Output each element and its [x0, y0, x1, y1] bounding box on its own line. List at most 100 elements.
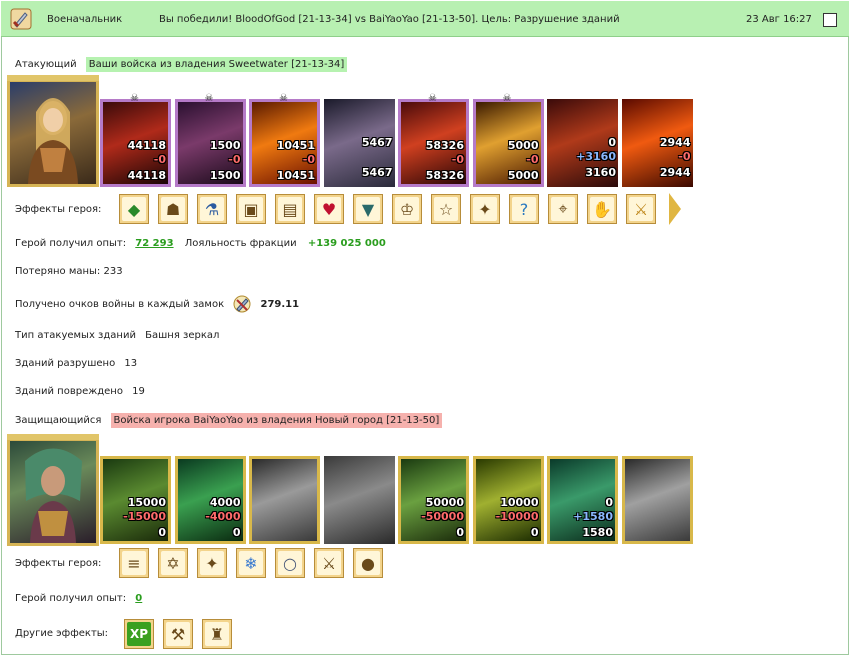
- header-time: 23 Авг 16:27: [746, 14, 812, 25]
- unit-count: +1580: [573, 510, 613, 523]
- unit-count: 0: [456, 526, 464, 539]
- attacker-exp-row: Герой получил опыт: 72 293 Лояльность фр…: [15, 238, 386, 249]
- attacker-hero-portrait[interactable]: [7, 75, 99, 187]
- unit-count: 15000: [127, 496, 166, 509]
- unit-count: -0: [526, 153, 539, 166]
- unit-count: 5467: [361, 166, 393, 179]
- unit-card[interactable]: 50000 -50000 0: [398, 456, 469, 544]
- unit-count: 0: [158, 526, 166, 539]
- wand-icon[interactable]: ✦: [197, 548, 227, 578]
- unit-count: 0: [608, 136, 616, 149]
- loyalty-label: Лояльность фракции: [184, 238, 297, 249]
- xp-icon[interactable]: XP: [124, 619, 154, 649]
- unit-card[interactable]: 10000 -10000 0: [472, 456, 544, 544]
- report-header: Военачальник Вы победили! BloodOfGod [21…: [1, 1, 849, 37]
- unit-art: [252, 459, 317, 541]
- building-type-row: Тип атакуемых зданий Башня зеркал: [15, 330, 219, 341]
- skull-icon: ☠: [279, 93, 288, 104]
- crest-icon[interactable]: ✦: [470, 194, 500, 224]
- unit-card[interactable]: ☠ 10451 -0 10451: [249, 93, 320, 187]
- defender-tag[interactable]: Войска игрока BaiYaoYao из владения Новы…: [110, 413, 443, 428]
- damaged-value: 19: [132, 386, 145, 397]
- header-role: Военачальник: [47, 14, 123, 25]
- unit-count: -0: [678, 150, 691, 163]
- unit-count: 5000: [507, 139, 539, 152]
- skull-icon: ☠: [502, 93, 512, 104]
- unit-card[interactable]: 0 +1580 1580: [547, 456, 618, 544]
- unit-count: 10451: [276, 169, 315, 182]
- unit-card[interactable]: 2944 -0 2944: [621, 99, 693, 187]
- gauntlet-icon[interactable]: ✋: [587, 194, 617, 224]
- potion-icon[interactable]: ⚗: [197, 194, 227, 224]
- exp-label: Герой получил опыт:: [15, 238, 127, 249]
- unit-card[interactable]: 5467 5467: [323, 99, 395, 187]
- orb-icon[interactable]: ●: [353, 548, 383, 578]
- scroll-icon[interactable]: ≡: [119, 548, 149, 578]
- unit-count: 2944: [659, 166, 691, 179]
- sword-icon[interactable]: ⚔: [626, 194, 656, 224]
- destroyed-row: Зданий разрушено 13: [15, 358, 137, 369]
- ring-icon[interactable]: ○: [275, 548, 305, 578]
- unit-count: -15000: [123, 510, 166, 523]
- unit-count: 1500: [209, 139, 241, 152]
- question-icon[interactable]: ?: [509, 194, 539, 224]
- unit-count: -0: [153, 153, 166, 166]
- unit-card[interactable]: ☠ 44118 -0 44118: [100, 93, 171, 187]
- unit-card[interactable]: ☠ 5000 -0 5000: [472, 93, 544, 187]
- unit-card[interactable]: ☠ 58326 -0 58326: [398, 93, 469, 187]
- unit-art: [624, 459, 690, 541]
- crystal-icon[interactable]: ❄: [236, 548, 266, 578]
- scroll-right-arrow-icon[interactable]: [669, 193, 681, 225]
- unit-card[interactable]: [323, 456, 395, 544]
- hero-icon[interactable]: ♔: [392, 194, 422, 224]
- defender-exp-value-link[interactable]: 0: [135, 593, 142, 604]
- damaged-label: Зданий повреждено: [15, 386, 123, 397]
- gem-icon[interactable]: ◆: [119, 194, 149, 224]
- defender-effects-label: Эффекты героя:: [15, 558, 102, 569]
- unit-count: 1500: [209, 169, 241, 182]
- mana-label: Потеряно маны:: [15, 266, 101, 277]
- unit-count: 58326: [425, 139, 464, 152]
- header-message: Вы победили! BloodOfGod [21-13-34] vs Ba…: [159, 14, 620, 25]
- unit-count: -0: [302, 153, 315, 166]
- unit-count: 44118: [127, 139, 166, 152]
- exp-value-link[interactable]: 72 293: [135, 238, 173, 249]
- map-icon[interactable]: ⌖: [548, 194, 578, 224]
- chest-icon[interactable]: ▣: [236, 194, 266, 224]
- attacker-effects-label: Эффекты героя:: [15, 204, 102, 215]
- blade-icon[interactable]: ⚔: [314, 548, 344, 578]
- unit-card[interactable]: [621, 456, 693, 544]
- rune-icon[interactable]: ✡: [158, 548, 188, 578]
- other-effects-label: Другие эффекты:: [15, 628, 109, 639]
- armor-icon[interactable]: ☗: [158, 194, 188, 224]
- unit-card[interactable]: 0 +3160 3160: [547, 99, 618, 187]
- attacker-tag[interactable]: Ваши войска из владения Sweetwater [21-1…: [85, 57, 348, 72]
- shield-icon[interactable]: ▼: [353, 194, 383, 224]
- building-type-label: Тип атакуемых зданий: [15, 330, 136, 341]
- unit-count: -50000: [421, 510, 464, 523]
- hammer-icon[interactable]: ⚒: [163, 619, 193, 649]
- unit-count: 50000: [425, 496, 464, 509]
- unit-card[interactable]: 15000 -15000 0: [100, 456, 171, 544]
- defender-exp-row: Герой получил опыт: 0: [15, 593, 142, 604]
- loyalty-value: +139 025 000: [307, 238, 386, 249]
- tower-icon[interactable]: ♜: [202, 619, 232, 649]
- defender-hero-portrait[interactable]: [7, 434, 99, 546]
- warpoints-value: 279.11: [260, 299, 300, 310]
- warpoints-label: Получено очков войны в каждый замок: [15, 299, 225, 310]
- unit-card[interactable]: [249, 456, 320, 544]
- unit-count: 0: [232, 526, 241, 539]
- hero-female-warrior-icon: [28, 98, 78, 184]
- unit-count: 4000: [209, 496, 241, 509]
- skull-icon: ☠: [130, 93, 139, 104]
- select-checkbox[interactable]: [823, 13, 837, 27]
- chest2-icon[interactable]: ▤: [275, 194, 305, 224]
- unit-count: -0: [451, 153, 464, 166]
- building-type-value: Башня зеркал: [145, 330, 220, 341]
- unit-count: 1580: [582, 526, 613, 539]
- unit-count: -10000: [495, 510, 539, 523]
- unit-card[interactable]: 4000 -4000 0: [174, 456, 246, 544]
- pentagram-icon[interactable]: ☆: [431, 194, 461, 224]
- heart-icon[interactable]: ♥: [314, 194, 344, 224]
- unit-card[interactable]: ☠ 1500 -0 1500: [174, 93, 246, 187]
